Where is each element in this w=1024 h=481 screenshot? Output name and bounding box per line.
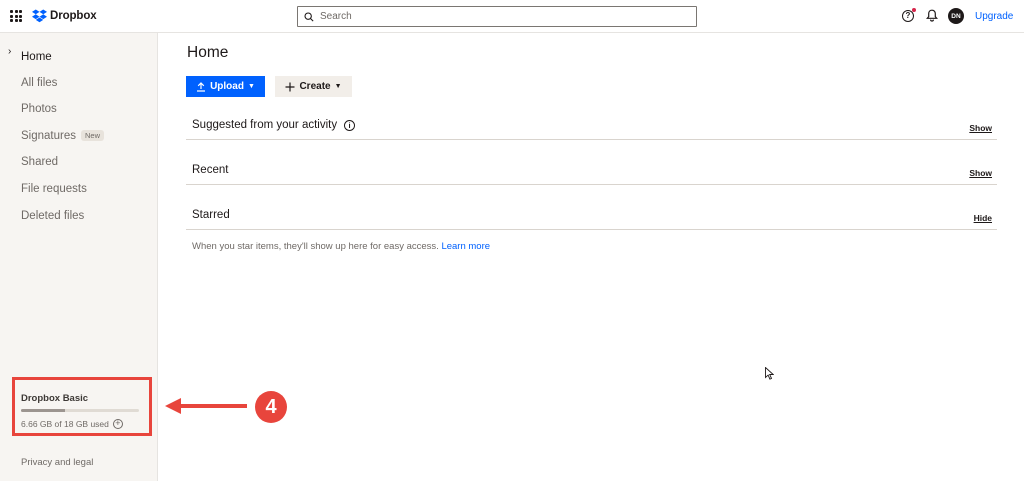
avatar[interactable]: DN: [948, 8, 964, 24]
annotation-arrow: [165, 398, 247, 414]
storage-bar: [21, 409, 139, 412]
bell-icon[interactable]: [926, 9, 938, 22]
sidebar-item-photos[interactable]: Photos: [21, 103, 57, 115]
sidebar-item-all-files[interactable]: All files: [21, 77, 57, 89]
mouse-cursor-icon: [765, 367, 774, 380]
sidebar-item-label: Signatures: [21, 130, 76, 142]
sidebar-item-deleted-files[interactable]: Deleted files: [21, 210, 84, 222]
chevron-down-icon: ▼: [247, 83, 255, 90]
page-title: Home: [187, 44, 229, 61]
info-icon[interactable]: i: [344, 119, 356, 131]
new-badge: New: [80, 130, 104, 141]
sidebar-item-home[interactable]: Home: [21, 51, 52, 63]
plus-icon: [285, 82, 295, 91]
plan-name: Dropbox Basic: [21, 393, 89, 404]
storage-usage: 6.66 GB of 18 GB used +: [21, 419, 123, 429]
step-number-badge: 4: [255, 391, 287, 423]
upgrade-link[interactable]: Upgrade: [975, 11, 1013, 22]
upload-label: Upload: [210, 81, 244, 92]
learn-more-link[interactable]: Learn more: [441, 241, 490, 252]
starred-note-text: When you star items, they'll show up her…: [192, 241, 439, 252]
add-storage-icon[interactable]: +: [112, 419, 123, 429]
section-title: Suggested from your activity i: [192, 119, 356, 131]
section-title-text: Recent: [192, 164, 229, 176]
create-label: Create: [299, 81, 331, 92]
section-title: Starred: [192, 209, 230, 221]
create-button[interactable]: Create ▼: [275, 76, 352, 97]
sidebar-item-shared[interactable]: Shared: [21, 156, 58, 168]
brand-name: Dropbox: [50, 10, 97, 22]
dropbox-logo[interactable]: Dropbox: [32, 9, 97, 23]
section-title-text: Suggested from your activity: [192, 119, 338, 131]
section-title: Recent: [192, 164, 228, 176]
top-bar: Dropbox ? DN Upgrade: [0, 0, 1024, 33]
section-recent: Recent Show: [186, 157, 997, 185]
notification-dot: [912, 8, 916, 12]
chevron-right-icon[interactable]: ›: [8, 46, 11, 57]
section-starred: Starred Hide: [186, 202, 997, 230]
storage-bar-fill: [21, 409, 65, 412]
app-grid-icon[interactable]: [10, 10, 22, 22]
storage-usage-text: 6.66 GB of 18 GB used: [21, 419, 109, 429]
section-suggested: Suggested from your activity i Show: [186, 112, 997, 140]
search-box[interactable]: [297, 6, 697, 27]
search-input[interactable]: [320, 11, 680, 22]
show-recent-button[interactable]: Show: [969, 168, 992, 178]
show-suggested-button[interactable]: Show: [969, 123, 992, 133]
upload-icon: [197, 81, 206, 92]
dropbox-icon: [32, 9, 47, 23]
privacy-legal-link[interactable]: Privacy and legal: [21, 457, 93, 468]
sidebar-item-file-requests[interactable]: File requests: [21, 183, 87, 195]
starred-empty-note: When you star items, they'll show up her…: [192, 241, 490, 252]
section-title-text: Starred: [192, 209, 230, 221]
search-icon: [304, 11, 314, 22]
hide-starred-button[interactable]: Hide: [974, 213, 992, 223]
sidebar-item-signatures[interactable]: Signatures New: [21, 130, 104, 142]
chevron-down-icon: ▼: [334, 83, 342, 90]
upload-button[interactable]: Upload ▼: [186, 76, 265, 97]
